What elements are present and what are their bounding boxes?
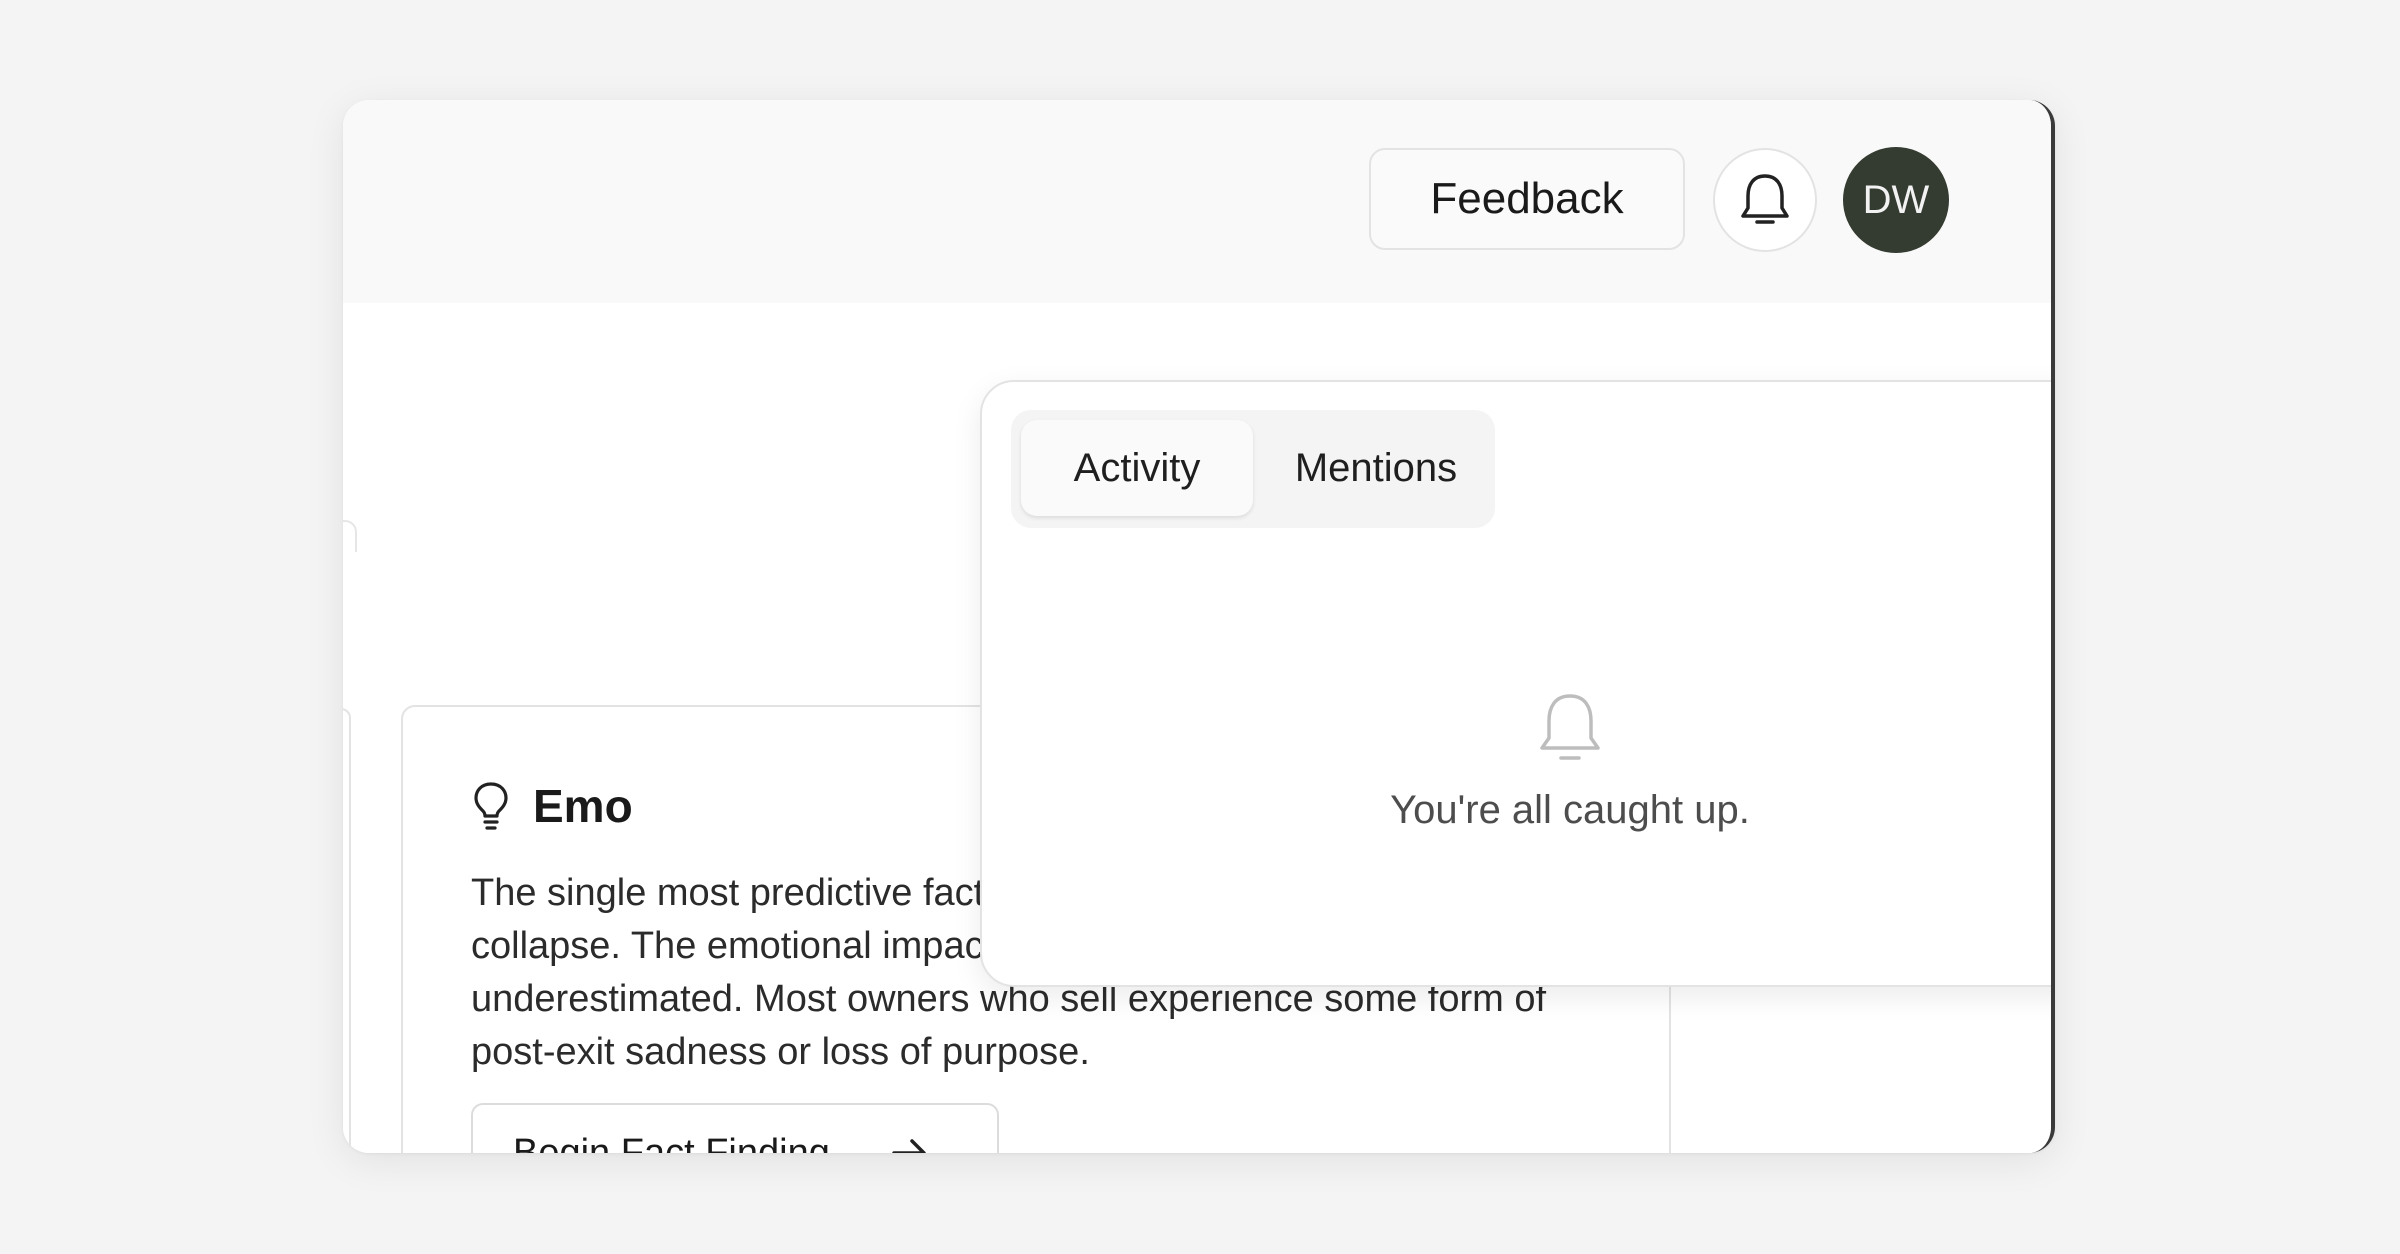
empty-state-text: You're all caught up. xyxy=(1390,788,1750,832)
card-title: Emo xyxy=(533,780,633,832)
feedback-button[interactable]: Feedback xyxy=(1369,148,1685,250)
bell-icon xyxy=(1741,174,1789,224)
user-avatar[interactable]: DW xyxy=(1843,147,1949,253)
begin-button-label: Begin Fact Finding xyxy=(513,1131,830,1154)
notifications-popover: Activity Mentions You're all caught up. xyxy=(980,380,2051,987)
arrow-right-icon xyxy=(892,1139,926,1153)
top-header: Feedback DW xyxy=(343,100,2051,305)
tab-activity[interactable]: Activity xyxy=(1021,420,1253,516)
lightbulb-icon xyxy=(474,782,508,830)
app-window: Feedback DW Emo The single most predicti… xyxy=(343,100,2055,1153)
notification-tabs: Activity Mentions xyxy=(1011,410,1495,528)
notifications-button[interactable] xyxy=(1713,148,1817,252)
begin-fact-finding-button[interactable]: Begin Fact Finding xyxy=(471,1103,999,1153)
card-title-row: Emo xyxy=(471,779,633,833)
left-card-edge xyxy=(343,708,351,1153)
bell-icon xyxy=(1540,694,1600,760)
tab-mentions[interactable]: Mentions xyxy=(1271,420,1481,516)
empty-state: You're all caught up. xyxy=(982,690,2051,833)
